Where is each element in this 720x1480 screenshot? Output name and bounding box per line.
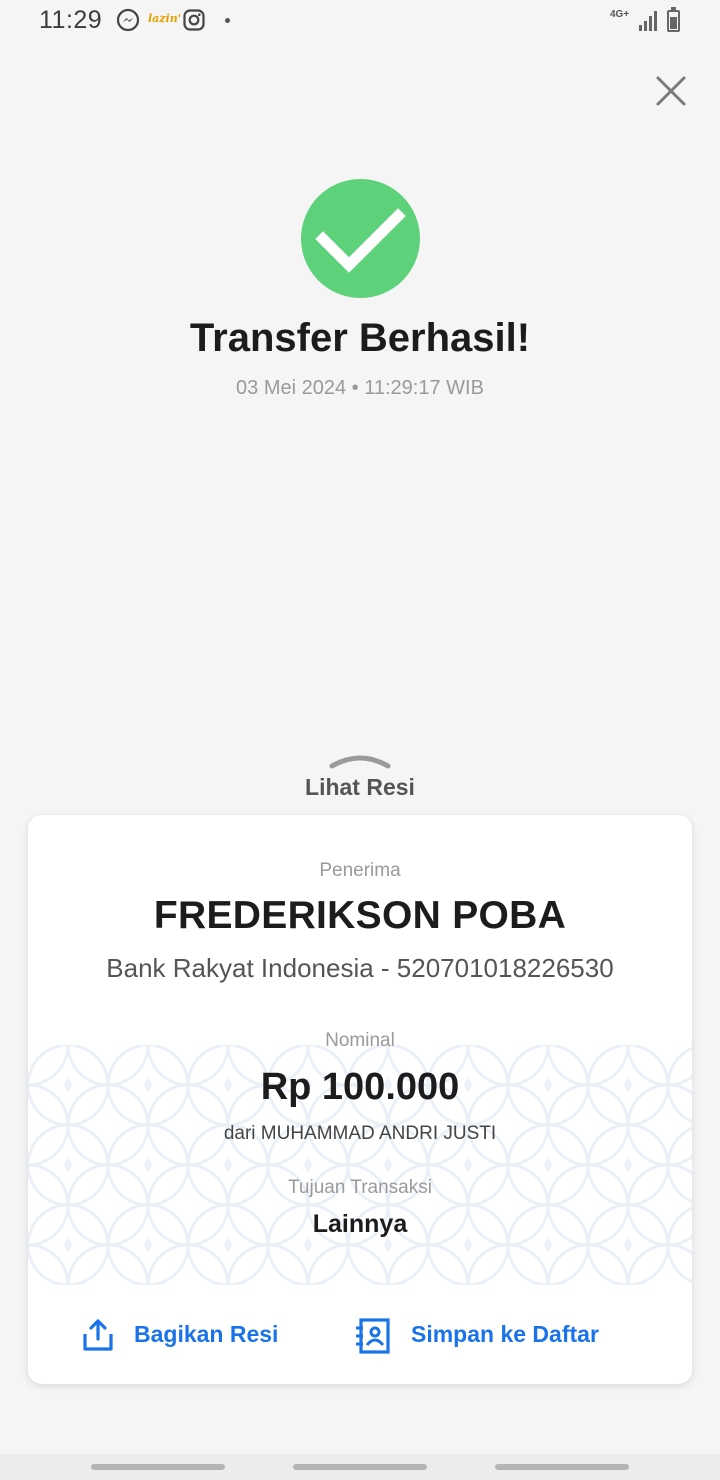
nav-home-button[interactable]	[293, 1464, 427, 1470]
battery-icon	[667, 7, 680, 32]
nominal-amount: Rp 100.000	[260, 1066, 460, 1108]
network-type: 4G+	[610, 9, 630, 20]
instagram-icon	[182, 8, 206, 37]
nominal-label: Nominal	[325, 1030, 395, 1051]
lazada-icon: lazin'	[148, 12, 182, 25]
sender-name: dari MUHAMMAD ANDRI JUSTI	[223, 1123, 497, 1144]
status-time: 11:29	[39, 6, 103, 34]
purpose-label: Tujuan Transaksi	[288, 1177, 432, 1198]
view-receipt-toggle[interactable]: Lihat Resi	[280, 752, 440, 802]
nav-recents-button[interactable]	[91, 1464, 225, 1470]
check-icon	[315, 208, 406, 273]
close-icon	[656, 76, 686, 106]
signal-icon	[638, 10, 660, 37]
success-title: Transfer Berhasil!	[189, 316, 531, 360]
recipient-name: FREDERIKSON POBA	[153, 894, 567, 937]
status-bar: 11:29 lazin' 4G+	[0, 0, 720, 44]
receipt-card: Penerima FREDERIKSON POBA Bank Rakyat In…	[28, 815, 692, 1384]
recipient-label: Penerima	[319, 860, 401, 881]
success-check-badge	[301, 179, 420, 298]
system-navigation-bar	[0, 1454, 720, 1480]
save-to-list-button[interactable]: Simpan ke Daftar	[354, 1285, 654, 1384]
notification-dot-icon	[225, 18, 230, 23]
purpose-value: Lainnya	[312, 1210, 408, 1238]
view-receipt-label: Lihat Resi	[305, 774, 415, 800]
contact-save-icon	[356, 1318, 390, 1354]
transfer-success-screen: 11:29 lazin' 4G+ Transfer Berhasil! 03 M…	[0, 0, 720, 1480]
share-receipt-button[interactable]: Bagikan Resi	[80, 1285, 320, 1384]
transfer-datetime: 03 Mei 2024 • 11:29:17 WIB	[236, 377, 484, 399]
receipt-actions: Bagikan Resi Simpan ke Daftar	[28, 1285, 692, 1384]
share-icon	[83, 1319, 113, 1351]
recipient-account: Bank Rakyat Indonesia - 520701018226530	[106, 953, 614, 983]
messenger-icon	[116, 8, 140, 37]
nav-back-button[interactable]	[495, 1464, 629, 1470]
close-button[interactable]	[650, 70, 692, 112]
save-to-list-label: Simpan ke Daftar	[411, 1321, 599, 1347]
chevron-up-icon	[329, 755, 391, 769]
share-receipt-label: Bagikan Resi	[134, 1321, 279, 1347]
